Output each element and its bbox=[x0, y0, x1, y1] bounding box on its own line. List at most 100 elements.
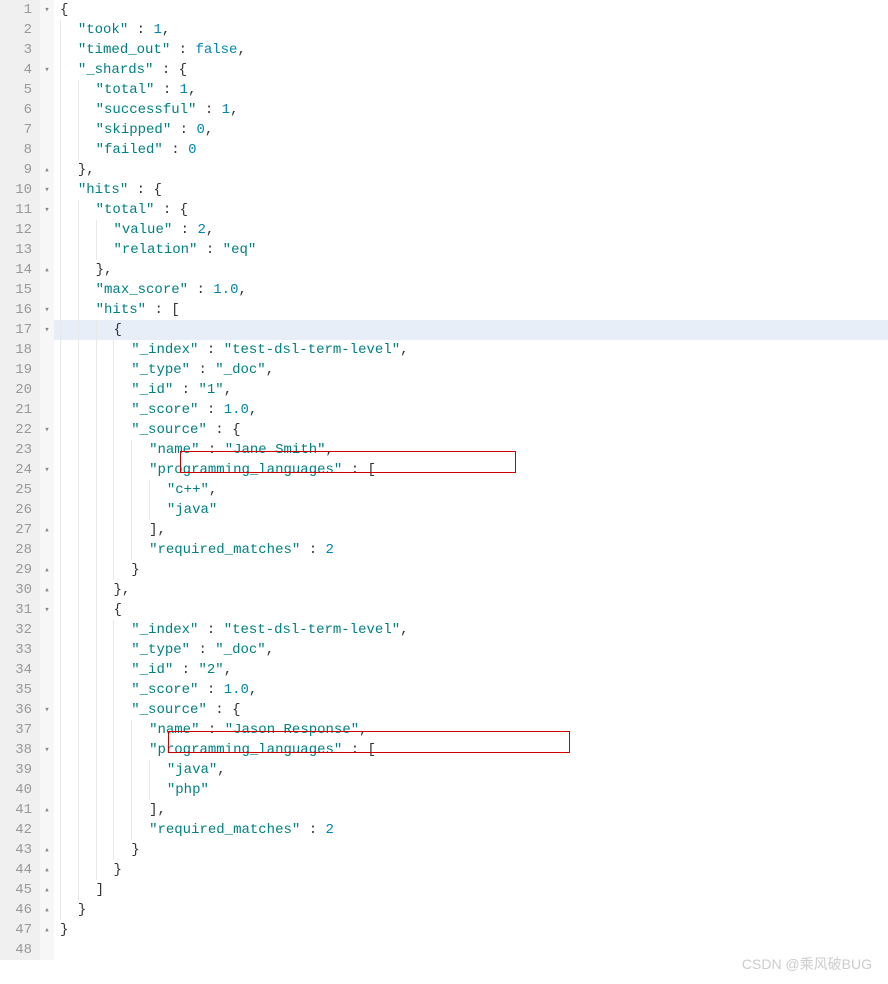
fold-open-icon[interactable]: ▾ bbox=[44, 425, 49, 435]
line-number: 4 bbox=[0, 60, 34, 80]
code-line[interactable]: ], bbox=[54, 800, 888, 820]
fold-close-icon[interactable]: ▴ bbox=[44, 585, 49, 595]
line-number: 32 bbox=[0, 620, 34, 640]
code-line[interactable]: "name" : "Jason Response", bbox=[54, 720, 888, 740]
code-line[interactable]: "name" : "Jane Smith", bbox=[54, 440, 888, 460]
code-line[interactable]: "programming_languages" : [ bbox=[54, 460, 888, 480]
line-number: 25 bbox=[0, 480, 34, 500]
fold-open-icon[interactable]: ▾ bbox=[44, 65, 49, 75]
fold-open-icon[interactable]: ▾ bbox=[44, 605, 49, 615]
fold-open-icon[interactable]: ▾ bbox=[44, 5, 49, 15]
fold-close-icon[interactable]: ▴ bbox=[44, 905, 49, 915]
code-line[interactable]: "took" : 1, bbox=[54, 20, 888, 40]
code-line[interactable]: { bbox=[54, 600, 888, 620]
code-line[interactable]: "value" : 2, bbox=[54, 220, 888, 240]
code-line[interactable]: } bbox=[54, 920, 888, 940]
code-content[interactable]: { "took" : 1, "timed_out" : false, "_sha… bbox=[54, 0, 888, 960]
line-number: 27 bbox=[0, 520, 34, 540]
line-number: 28 bbox=[0, 540, 34, 560]
code-editor[interactable]: 1234567891011121314151617181920212223242… bbox=[0, 0, 888, 960]
code-line[interactable]: }, bbox=[54, 580, 888, 600]
code-line[interactable]: "max_score" : 1.0, bbox=[54, 280, 888, 300]
fold-close-icon[interactable]: ▴ bbox=[44, 565, 49, 575]
fold-close-icon[interactable]: ▴ bbox=[44, 885, 49, 895]
code-line[interactable]: } bbox=[54, 900, 888, 920]
fold-open-icon[interactable]: ▾ bbox=[44, 705, 49, 715]
code-line[interactable]: "timed_out" : false, bbox=[54, 40, 888, 60]
line-number: 15 bbox=[0, 280, 34, 300]
code-line[interactable]: "total" : 1, bbox=[54, 80, 888, 100]
line-number: 46 bbox=[0, 900, 34, 920]
code-line[interactable]: }, bbox=[54, 260, 888, 280]
line-number: 1 bbox=[0, 0, 34, 20]
line-number: 7 bbox=[0, 120, 34, 140]
line-number: 21 bbox=[0, 400, 34, 420]
line-number: 38 bbox=[0, 740, 34, 760]
code-line[interactable]: "_shards" : { bbox=[54, 60, 888, 80]
code-line[interactable]: } bbox=[54, 860, 888, 880]
fold-close-icon[interactable]: ▴ bbox=[44, 525, 49, 535]
code-line[interactable]: "_type" : "_doc", bbox=[54, 640, 888, 660]
code-line[interactable]: "_source" : { bbox=[54, 420, 888, 440]
line-number: 44 bbox=[0, 860, 34, 880]
code-line[interactable]: { bbox=[54, 320, 888, 340]
code-line[interactable]: "hits" : { bbox=[54, 180, 888, 200]
code-line[interactable] bbox=[54, 940, 888, 960]
line-number: 16 bbox=[0, 300, 34, 320]
line-number: 33 bbox=[0, 640, 34, 660]
code-line[interactable]: "java" bbox=[54, 500, 888, 520]
code-line[interactable]: "successful" : 1, bbox=[54, 100, 888, 120]
code-line[interactable]: "required_matches" : 2 bbox=[54, 540, 888, 560]
code-line[interactable]: "total" : { bbox=[54, 200, 888, 220]
code-line[interactable]: "php" bbox=[54, 780, 888, 800]
fold-open-icon[interactable]: ▾ bbox=[44, 325, 49, 335]
code-line[interactable]: } bbox=[54, 560, 888, 580]
code-line[interactable]: "_id" : "2", bbox=[54, 660, 888, 680]
fold-close-icon[interactable]: ▴ bbox=[44, 265, 49, 275]
line-number: 18 bbox=[0, 340, 34, 360]
code-line[interactable]: "programming_languages" : [ bbox=[54, 740, 888, 760]
line-number: 9 bbox=[0, 160, 34, 180]
code-line[interactable]: "_score" : 1.0, bbox=[54, 680, 888, 700]
code-line[interactable]: { bbox=[54, 0, 888, 20]
code-line[interactable]: "_index" : "test-dsl-term-level", bbox=[54, 340, 888, 360]
code-line[interactable]: "relation" : "eq" bbox=[54, 240, 888, 260]
code-line[interactable]: "required_matches" : 2 bbox=[54, 820, 888, 840]
fold-close-icon[interactable]: ▴ bbox=[44, 925, 49, 935]
code-line[interactable]: "_type" : "_doc", bbox=[54, 360, 888, 380]
code-line[interactable]: ] bbox=[54, 880, 888, 900]
fold-close-icon[interactable]: ▴ bbox=[44, 845, 49, 855]
line-number: 12 bbox=[0, 220, 34, 240]
fold-close-icon[interactable]: ▴ bbox=[44, 805, 49, 815]
fold-open-icon[interactable]: ▾ bbox=[44, 745, 49, 755]
code-line[interactable]: } bbox=[54, 840, 888, 860]
code-line[interactable]: ], bbox=[54, 520, 888, 540]
line-number: 43 bbox=[0, 840, 34, 860]
fold-close-icon[interactable]: ▴ bbox=[44, 165, 49, 175]
line-number: 17 bbox=[0, 320, 34, 340]
code-line[interactable]: "_source" : { bbox=[54, 700, 888, 720]
line-number: 10 bbox=[0, 180, 34, 200]
fold-open-icon[interactable]: ▾ bbox=[44, 305, 49, 315]
code-line[interactable]: "_id" : "1", bbox=[54, 380, 888, 400]
code-line[interactable]: }, bbox=[54, 160, 888, 180]
code-line[interactable]: "skipped" : 0, bbox=[54, 120, 888, 140]
code-line[interactable]: "_score" : 1.0, bbox=[54, 400, 888, 420]
fold-open-icon[interactable]: ▾ bbox=[44, 205, 49, 215]
code-line[interactable]: "_index" : "test-dsl-term-level", bbox=[54, 620, 888, 640]
fold-open-icon[interactable]: ▾ bbox=[44, 465, 49, 475]
code-line[interactable]: "c++", bbox=[54, 480, 888, 500]
code-line[interactable]: "hits" : [ bbox=[54, 300, 888, 320]
code-line[interactable]: "failed" : 0 bbox=[54, 140, 888, 160]
line-number: 8 bbox=[0, 140, 34, 160]
line-number: 6 bbox=[0, 100, 34, 120]
line-number: 45 bbox=[0, 880, 34, 900]
line-number: 31 bbox=[0, 600, 34, 620]
line-number: 41 bbox=[0, 800, 34, 820]
fold-close-icon[interactable]: ▴ bbox=[44, 865, 49, 875]
line-number: 48 bbox=[0, 940, 34, 960]
code-line[interactable]: "java", bbox=[54, 760, 888, 780]
fold-gutter[interactable]: ▾ ▾ ▴ ▾ ▾ ▴ ▾ ▾ ▾ ▾ ▴ ▴ ▴ ▾ ▾ ▾ ▴ ▴ ▴ ▴ ▴ ▴ bbox=[40, 0, 54, 960]
fold-open-icon[interactable]: ▾ bbox=[44, 185, 49, 195]
line-number: 39 bbox=[0, 760, 34, 780]
